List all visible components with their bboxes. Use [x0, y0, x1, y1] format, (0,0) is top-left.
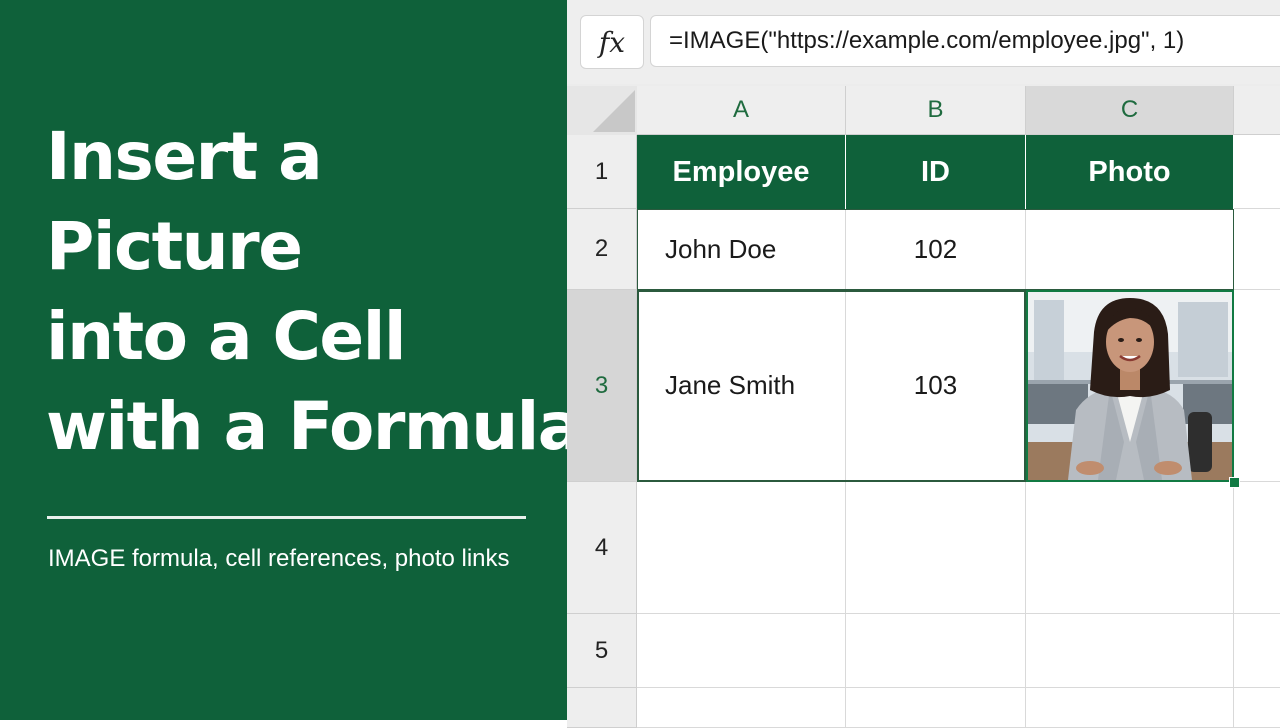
- cell-c5[interactable]: [1026, 614, 1234, 688]
- cell-a5[interactable]: [637, 614, 846, 688]
- cell-c6[interactable]: [1026, 688, 1234, 728]
- cell-d4[interactable]: [1234, 482, 1280, 614]
- fx-icon[interactable]: fx: [580, 15, 644, 69]
- title-panel: Insert a Picture into a Cell with a Form…: [0, 0, 582, 720]
- column-header-d[interactable]: [1234, 86, 1280, 135]
- column-header-a[interactable]: A: [637, 86, 846, 135]
- title-line-3: into a Cell: [46, 298, 406, 375]
- cell-d6[interactable]: [1234, 688, 1280, 728]
- row-header-1[interactable]: 1: [567, 135, 637, 209]
- formula-input[interactable]: =IMAGE("https://example.com/employee.jpg…: [650, 15, 1280, 67]
- row-header-6[interactable]: [567, 688, 637, 728]
- cell-a6[interactable]: [637, 688, 846, 728]
- select-all-triangle-icon: [593, 90, 635, 132]
- cell-d1[interactable]: [1234, 135, 1280, 209]
- cell-a3[interactable]: Jane Smith: [637, 290, 846, 482]
- formula-bar: fx =IMAGE("https://example.com/employee.…: [567, 0, 1280, 84]
- cell-b3[interactable]: 103: [846, 290, 1026, 482]
- cell-c4[interactable]: [1026, 482, 1234, 614]
- cell-d3[interactable]: [1234, 290, 1280, 482]
- cell-grid: A B C 1 2 3 4 5 Employee ID Photo John D…: [567, 86, 1280, 728]
- title-line-4: with a Formula: [46, 388, 582, 465]
- fill-handle[interactable]: [1229, 477, 1240, 488]
- header-cell-id[interactable]: ID: [846, 135, 1026, 209]
- column-header-b[interactable]: B: [846, 86, 1026, 135]
- select-all-corner[interactable]: [567, 86, 637, 135]
- cell-b4[interactable]: [846, 482, 1026, 614]
- cell-b2[interactable]: 102: [846, 209, 1026, 290]
- spreadsheet: fx =IMAGE("https://example.com/employee.…: [567, 0, 1280, 728]
- cell-d2[interactable]: [1234, 209, 1280, 290]
- row-header-3[interactable]: 3: [567, 290, 637, 482]
- title-line-2: Picture: [46, 208, 303, 285]
- row-header-5[interactable]: 5: [567, 614, 637, 688]
- employee-photo[interactable]: [1026, 290, 1234, 482]
- page-title: Insert a Picture into a Cell with a Form…: [46, 112, 582, 472]
- header-cell-employee[interactable]: Employee: [637, 135, 846, 209]
- cell-a4[interactable]: [637, 482, 846, 614]
- title-line-1: Insert a: [46, 118, 323, 195]
- cell-d5[interactable]: [1234, 614, 1280, 688]
- cell-a2[interactable]: John Doe: [637, 209, 846, 290]
- title-divider: [47, 516, 526, 519]
- cell-b5[interactable]: [846, 614, 1026, 688]
- column-header-c[interactable]: C: [1026, 86, 1234, 135]
- subtitle: IMAGE formula, cell references, photo li…: [48, 545, 510, 572]
- portrait-image: [1028, 292, 1232, 480]
- row-header-4[interactable]: 4: [567, 482, 637, 614]
- header-cell-photo[interactable]: Photo: [1026, 135, 1234, 209]
- cell-c2[interactable]: [1026, 209, 1234, 290]
- cell-b6[interactable]: [846, 688, 1026, 728]
- row-header-2[interactable]: 2: [567, 209, 637, 290]
